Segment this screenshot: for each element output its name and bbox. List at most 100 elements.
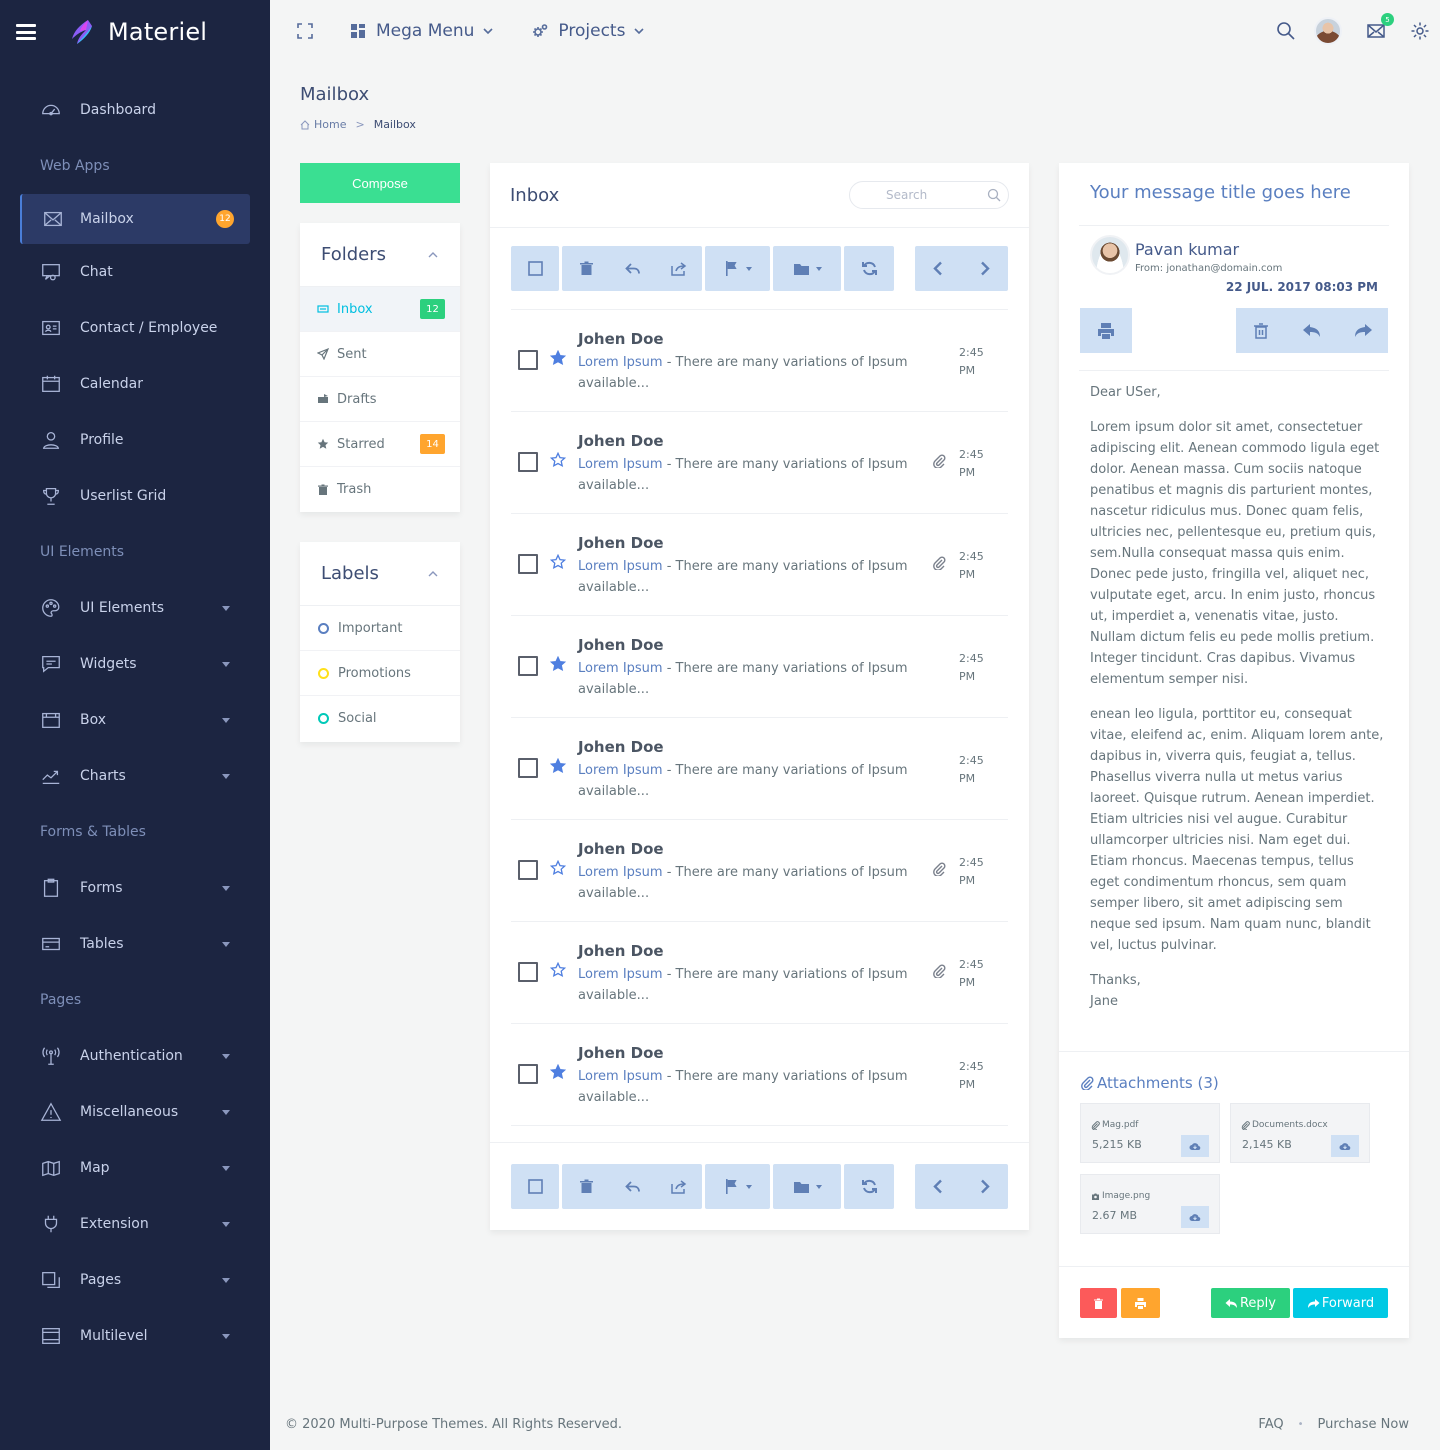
select-all-button[interactable]: [511, 246, 559, 291]
sidebar-item-tables[interactable]: Tables: [0, 916, 270, 972]
search-icon[interactable]: [1276, 21, 1296, 41]
gear-icon[interactable]: [1410, 21, 1430, 41]
mail-row[interactable]: Johen Doe Lorem Ipsum - There are many va…: [511, 1024, 1008, 1126]
star-icon[interactable]: [550, 452, 566, 468]
user-avatar[interactable]: [1314, 17, 1342, 45]
sidebar-item-contact[interactable]: Contact / Employee: [0, 300, 270, 356]
prev-page-button[interactable]: [916, 246, 962, 291]
refresh-button[interactable]: [844, 246, 894, 291]
folder-sent[interactable]: Sent: [300, 332, 460, 377]
chevron-up-icon[interactable]: [427, 568, 439, 580]
sidebar-item-ui-elements[interactable]: UI Elements: [0, 580, 270, 636]
share-button[interactable]: [655, 246, 701, 291]
folder-starred[interactable]: Starred 14: [300, 422, 460, 467]
star-icon[interactable]: [550, 656, 566, 672]
compose-button[interactable]: Compose: [300, 163, 460, 203]
sidebar-item-forms[interactable]: Forms: [0, 860, 270, 916]
sidebar-item-calendar[interactable]: Calendar: [0, 356, 270, 412]
star-icon[interactable]: [550, 1064, 566, 1080]
forward-button[interactable]: [1337, 308, 1388, 353]
reply-button[interactable]: [609, 1164, 655, 1209]
download-button[interactable]: [1181, 1135, 1209, 1157]
print-button[interactable]: [1080, 308, 1132, 353]
next-page-button[interactable]: [962, 246, 1008, 291]
reply-button[interactable]: [609, 246, 655, 291]
star-icon[interactable]: [550, 350, 566, 366]
mail-row[interactable]: Johen Doe Lorem Ipsum - There are many va…: [511, 616, 1008, 718]
print-message-button[interactable]: [1121, 1288, 1160, 1318]
mail-checkbox[interactable]: [518, 962, 538, 982]
mail-row[interactable]: Johen Doe Lorem Ipsum - There are many va…: [511, 820, 1008, 922]
mail-checkbox[interactable]: [518, 860, 538, 880]
flag-dropdown[interactable]: [705, 1164, 770, 1209]
attachment-item[interactable]: Documents.docx 2,145 KB: [1230, 1103, 1370, 1163]
next-page-button[interactable]: [962, 1164, 1008, 1209]
download-button[interactable]: [1331, 1135, 1359, 1157]
inbox-count-badge: 12: [420, 299, 445, 319]
sidebar-item-extension[interactable]: Extension: [0, 1196, 270, 1252]
delete-button[interactable]: [563, 246, 609, 291]
mail-checkbox[interactable]: [518, 1064, 538, 1084]
star-icon[interactable]: [550, 758, 566, 774]
mail-checkbox[interactable]: [518, 758, 538, 778]
sidebar-item-charts[interactable]: Charts: [0, 748, 270, 804]
sidebar-item-userlist-grid[interactable]: Userlist Grid: [0, 468, 270, 524]
star-icon[interactable]: [550, 860, 566, 876]
reply-button[interactable]: Reply: [1211, 1288, 1290, 1318]
folder-dropdown[interactable]: [773, 1164, 841, 1209]
mail-checkbox[interactable]: [518, 452, 538, 472]
hamburger-menu-icon[interactable]: [16, 24, 36, 40]
folder-dropdown[interactable]: [773, 246, 841, 291]
breadcrumb-home[interactable]: Home: [314, 118, 346, 131]
forward-button[interactable]: Forward: [1293, 1288, 1388, 1318]
share-button[interactable]: [655, 1164, 701, 1209]
purchase-link[interactable]: Purchase Now: [1318, 1417, 1409, 1432]
sidebar-item-chat[interactable]: Chat: [0, 244, 270, 300]
star-icon[interactable]: [550, 554, 566, 570]
mail-checkbox[interactable]: [518, 554, 538, 574]
sidebar-item-dashboard[interactable]: Dashboard: [0, 82, 270, 138]
refresh-icon: [861, 1179, 877, 1194]
mail-notifications[interactable]: 5: [1366, 13, 1394, 41]
mail-row[interactable]: Johen Doe Lorem Ipsum - There are many va…: [511, 412, 1008, 514]
prev-page-button[interactable]: [916, 1164, 962, 1209]
folder-drafts[interactable]: Drafts: [300, 377, 460, 422]
mail-row[interactable]: Johen Doe Lorem Ipsum - There are many va…: [511, 718, 1008, 820]
star-icon[interactable]: [550, 962, 566, 978]
sidebar-item-mailbox[interactable]: Mailbox 12: [20, 194, 250, 244]
refresh-button[interactable]: [844, 1164, 894, 1209]
label-social[interactable]: Social: [300, 696, 460, 741]
fullscreen-icon[interactable]: [297, 23, 313, 39]
sidebar-item-map[interactable]: Map: [0, 1140, 270, 1196]
flag-dropdown[interactable]: [705, 246, 770, 291]
faq-link[interactable]: FAQ: [1258, 1417, 1283, 1432]
sidebar-item-box[interactable]: Box: [0, 692, 270, 748]
sidebar-item-profile[interactable]: Profile: [0, 412, 270, 468]
sidebar-item-multilevel[interactable]: Multilevel: [0, 1308, 270, 1364]
mail-row[interactable]: Johen Doe Lorem Ipsum - There are many va…: [511, 514, 1008, 616]
sidebar-item-widgets[interactable]: Widgets: [0, 636, 270, 692]
chevron-up-icon[interactable]: [427, 249, 439, 261]
mega-menu-dropdown[interactable]: Mega Menu: [350, 21, 494, 41]
label-important[interactable]: Important: [300, 606, 460, 651]
download-button[interactable]: [1181, 1206, 1209, 1228]
mail-checkbox[interactable]: [518, 350, 538, 370]
mail-row[interactable]: Johen Doe Lorem Ipsum - There are many va…: [511, 310, 1008, 412]
label-promotions[interactable]: Promotions: [300, 651, 460, 696]
search-icon[interactable]: [987, 188, 1001, 202]
folder-inbox[interactable]: Inbox 12: [300, 287, 460, 332]
mail-checkbox[interactable]: [518, 656, 538, 676]
select-all-button[interactable]: [511, 1164, 559, 1209]
mail-row[interactable]: Johen Doe Lorem Ipsum - There are many va…: [511, 922, 1008, 1024]
sidebar-item-pages[interactable]: Pages: [0, 1252, 270, 1308]
sidebar-item-miscellaneous[interactable]: Miscellaneous: [0, 1084, 270, 1140]
projects-dropdown[interactable]: Projects: [532, 21, 645, 41]
sidebar-item-authentication[interactable]: Authentication: [0, 1028, 270, 1084]
delete-message-button[interactable]: [1080, 1288, 1117, 1318]
folder-trash[interactable]: Trash: [300, 467, 460, 512]
attachment-item[interactable]: Image.png 2.67 MB: [1080, 1174, 1220, 1234]
delete-button[interactable]: [1236, 308, 1287, 353]
attachment-item[interactable]: Mag.pdf 5,215 KB: [1080, 1103, 1220, 1163]
reply-button[interactable]: [1287, 308, 1338, 353]
delete-button[interactable]: [563, 1164, 609, 1209]
